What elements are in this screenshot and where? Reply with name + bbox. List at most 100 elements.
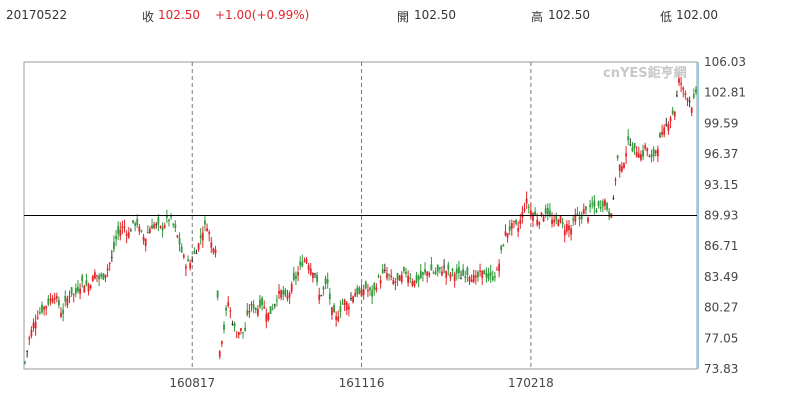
candle-body — [441, 271, 443, 276]
candle-body — [123, 226, 126, 228]
candle-body — [352, 296, 354, 303]
candle-body — [396, 273, 399, 280]
candle-body — [652, 149, 655, 157]
candle-body — [426, 271, 429, 276]
candle-body — [485, 273, 488, 278]
candle-body — [422, 272, 424, 275]
candle-body — [140, 230, 143, 232]
candle-body — [237, 331, 240, 336]
candle-body — [256, 309, 259, 316]
candle-body — [191, 260, 194, 262]
candle-body — [390, 275, 393, 277]
candle-body — [525, 198, 528, 204]
candle-body — [263, 306, 266, 309]
candle-body — [311, 272, 314, 279]
candle-body — [496, 269, 498, 271]
candle-body — [108, 262, 111, 265]
y-tick-label: 102.81 — [704, 86, 746, 100]
candle-body — [98, 275, 101, 280]
candle-body — [32, 322, 35, 328]
candle-body — [347, 306, 350, 310]
candle-body — [282, 290, 285, 295]
candle-body — [240, 328, 242, 331]
candle-body — [549, 210, 551, 216]
candle-body — [669, 117, 672, 122]
candle-body — [250, 304, 253, 306]
candles — [24, 74, 697, 365]
candle-body — [557, 220, 560, 227]
candle-body — [692, 94, 695, 98]
candle-body — [477, 272, 479, 278]
candle-body — [640, 154, 642, 160]
candle-body — [151, 225, 153, 229]
candle-body — [96, 275, 98, 277]
candle-body — [178, 238, 181, 245]
candle-body — [146, 232, 149, 234]
candle-body — [320, 295, 323, 297]
candle-body — [381, 269, 384, 273]
candle-body — [432, 272, 435, 274]
candle-body — [159, 225, 162, 228]
candle-body — [506, 232, 509, 238]
candle-body — [483, 270, 486, 275]
candle-body — [354, 293, 357, 297]
candle-body — [218, 351, 221, 357]
candle-body — [157, 217, 160, 224]
y-tick-label: 96.37 — [704, 147, 738, 161]
candle-body — [591, 203, 594, 205]
candle-body — [350, 298, 352, 300]
candle-body — [303, 260, 306, 262]
candle-body — [301, 262, 304, 267]
candle-body — [297, 272, 299, 276]
candle-body — [231, 323, 234, 325]
candle-body — [43, 306, 46, 310]
candle-body — [193, 250, 196, 254]
y-tick-label: 80.27 — [704, 301, 738, 315]
candle-body — [413, 280, 416, 287]
candle-body — [504, 231, 507, 236]
x-tick-label: 160817 — [169, 376, 215, 390]
candle-body — [36, 317, 39, 319]
candle-body — [136, 218, 139, 225]
y-tick-label: 99.59 — [704, 116, 738, 130]
candle-body — [612, 198, 615, 200]
candle-body — [295, 275, 297, 279]
candle-body — [584, 206, 587, 210]
candle-body — [305, 258, 308, 263]
y-tick-label: 86.71 — [704, 239, 738, 253]
candle-body — [358, 287, 361, 294]
candle-body — [206, 228, 208, 232]
candle-body — [343, 299, 346, 305]
candle-body — [589, 204, 592, 207]
candle-body — [87, 284, 90, 292]
candle-body — [373, 283, 376, 290]
x-tick-label: 170218 — [508, 376, 554, 390]
candle-body — [331, 307, 333, 316]
candle-body — [667, 124, 670, 131]
candle-body — [144, 238, 147, 246]
candle-body — [466, 267, 469, 275]
candle-body — [394, 281, 397, 284]
candle-body — [60, 312, 62, 317]
candle-body — [74, 288, 77, 294]
candle-body — [142, 236, 145, 241]
candle-body — [299, 261, 302, 266]
candle-body — [307, 264, 310, 271]
y-tick-label: 93.15 — [704, 178, 738, 192]
candle-body — [129, 230, 132, 232]
candle-body — [686, 98, 689, 101]
candle-body — [443, 266, 445, 268]
candle-body — [356, 287, 359, 295]
candle-body — [47, 298, 50, 305]
candle-body — [659, 132, 661, 138]
candle-body — [561, 221, 564, 225]
candle-body — [523, 208, 526, 211]
candle-body — [515, 220, 517, 224]
candle-body — [337, 316, 340, 322]
candle-body — [576, 213, 579, 215]
candle-body — [176, 235, 179, 238]
candle-body — [51, 298, 54, 303]
candle-body — [599, 206, 602, 209]
candle-body — [174, 224, 177, 228]
candle-body — [248, 310, 251, 313]
